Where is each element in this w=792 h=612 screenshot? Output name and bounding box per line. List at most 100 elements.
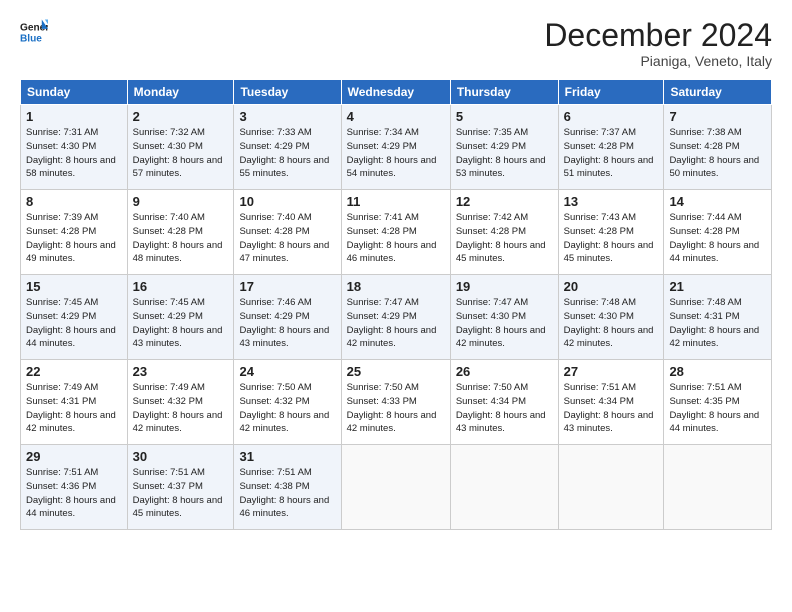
day-number: 27	[564, 364, 659, 379]
day-number: 21	[669, 279, 766, 294]
day-number: 22	[26, 364, 122, 379]
calendar-cell: 31 Sunrise: 7:51 AMSunset: 4:38 PMDaylig…	[234, 445, 341, 530]
day-info: Sunrise: 7:51 AMSunset: 4:38 PMDaylight:…	[239, 466, 335, 521]
day-info: Sunrise: 7:47 AMSunset: 4:30 PMDaylight:…	[456, 296, 553, 351]
day-number: 29	[26, 449, 122, 464]
calendar-cell: 22 Sunrise: 7:49 AMSunset: 4:31 PMDaylig…	[21, 360, 128, 445]
calendar-cell: 28 Sunrise: 7:51 AMSunset: 4:35 PMDaylig…	[664, 360, 772, 445]
day-info: Sunrise: 7:49 AMSunset: 4:31 PMDaylight:…	[26, 381, 122, 436]
day-number: 20	[564, 279, 659, 294]
day-info: Sunrise: 7:43 AMSunset: 4:28 PMDaylight:…	[564, 211, 659, 266]
calendar-cell: 6 Sunrise: 7:37 AMSunset: 4:28 PMDayligh…	[558, 105, 664, 190]
day-number: 14	[669, 194, 766, 209]
calendar-cell: 19 Sunrise: 7:47 AMSunset: 4:30 PMDaylig…	[450, 275, 558, 360]
calendar-week-4: 22 Sunrise: 7:49 AMSunset: 4:31 PMDaylig…	[21, 360, 772, 445]
day-info: Sunrise: 7:44 AMSunset: 4:28 PMDaylight:…	[669, 211, 766, 266]
day-number: 23	[133, 364, 229, 379]
calendar-cell: 12 Sunrise: 7:42 AMSunset: 4:28 PMDaylig…	[450, 190, 558, 275]
day-number: 8	[26, 194, 122, 209]
calendar-cell: 11 Sunrise: 7:41 AMSunset: 4:28 PMDaylig…	[341, 190, 450, 275]
calendar-cell	[664, 445, 772, 530]
weekday-thursday: Thursday	[450, 80, 558, 105]
calendar-table: SundayMondayTuesdayWednesdayThursdayFrid…	[20, 79, 772, 530]
day-number: 26	[456, 364, 553, 379]
day-info: Sunrise: 7:51 AMSunset: 4:37 PMDaylight:…	[133, 466, 229, 521]
location: Pianiga, Veneto, Italy	[544, 53, 772, 69]
day-number: 6	[564, 109, 659, 124]
day-number: 12	[456, 194, 553, 209]
calendar-cell: 7 Sunrise: 7:38 AMSunset: 4:28 PMDayligh…	[664, 105, 772, 190]
weekday-friday: Friday	[558, 80, 664, 105]
calendar-cell: 1 Sunrise: 7:31 AMSunset: 4:30 PMDayligh…	[21, 105, 128, 190]
day-number: 28	[669, 364, 766, 379]
calendar-cell: 3 Sunrise: 7:33 AMSunset: 4:29 PMDayligh…	[234, 105, 341, 190]
calendar-cell: 14 Sunrise: 7:44 AMSunset: 4:28 PMDaylig…	[664, 190, 772, 275]
day-number: 4	[347, 109, 445, 124]
day-number: 2	[133, 109, 229, 124]
day-number: 10	[239, 194, 335, 209]
calendar-week-3: 15 Sunrise: 7:45 AMSunset: 4:29 PMDaylig…	[21, 275, 772, 360]
calendar-cell: 26 Sunrise: 7:50 AMSunset: 4:34 PMDaylig…	[450, 360, 558, 445]
day-number: 31	[239, 449, 335, 464]
weekday-header-row: SundayMondayTuesdayWednesdayThursdayFrid…	[21, 80, 772, 105]
day-info: Sunrise: 7:51 AMSunset: 4:36 PMDaylight:…	[26, 466, 122, 521]
day-info: Sunrise: 7:51 AMSunset: 4:35 PMDaylight:…	[669, 381, 766, 436]
calendar-cell	[450, 445, 558, 530]
day-number: 19	[456, 279, 553, 294]
day-info: Sunrise: 7:42 AMSunset: 4:28 PMDaylight:…	[456, 211, 553, 266]
weekday-saturday: Saturday	[664, 80, 772, 105]
calendar-cell	[341, 445, 450, 530]
day-number: 3	[239, 109, 335, 124]
day-info: Sunrise: 7:50 AMSunset: 4:34 PMDaylight:…	[456, 381, 553, 436]
month-title: December 2024	[544, 18, 772, 53]
logo-icon: General Blue	[20, 18, 48, 46]
day-info: Sunrise: 7:45 AMSunset: 4:29 PMDaylight:…	[133, 296, 229, 351]
calendar-cell: 9 Sunrise: 7:40 AMSunset: 4:28 PMDayligh…	[127, 190, 234, 275]
title-block: December 2024 Pianiga, Veneto, Italy	[544, 18, 772, 69]
day-number: 1	[26, 109, 122, 124]
calendar-cell: 8 Sunrise: 7:39 AMSunset: 4:28 PMDayligh…	[21, 190, 128, 275]
day-info: Sunrise: 7:33 AMSunset: 4:29 PMDaylight:…	[239, 126, 335, 181]
day-info: Sunrise: 7:40 AMSunset: 4:28 PMDaylight:…	[133, 211, 229, 266]
day-number: 13	[564, 194, 659, 209]
day-info: Sunrise: 7:41 AMSunset: 4:28 PMDaylight:…	[347, 211, 445, 266]
day-number: 7	[669, 109, 766, 124]
calendar-cell: 16 Sunrise: 7:45 AMSunset: 4:29 PMDaylig…	[127, 275, 234, 360]
calendar-cell: 13 Sunrise: 7:43 AMSunset: 4:28 PMDaylig…	[558, 190, 664, 275]
day-info: Sunrise: 7:32 AMSunset: 4:30 PMDaylight:…	[133, 126, 229, 181]
day-number: 9	[133, 194, 229, 209]
day-info: Sunrise: 7:31 AMSunset: 4:30 PMDaylight:…	[26, 126, 122, 181]
day-info: Sunrise: 7:48 AMSunset: 4:30 PMDaylight:…	[564, 296, 659, 351]
day-number: 24	[239, 364, 335, 379]
calendar-cell: 20 Sunrise: 7:48 AMSunset: 4:30 PMDaylig…	[558, 275, 664, 360]
weekday-wednesday: Wednesday	[341, 80, 450, 105]
calendar-week-5: 29 Sunrise: 7:51 AMSunset: 4:36 PMDaylig…	[21, 445, 772, 530]
calendar-cell: 5 Sunrise: 7:35 AMSunset: 4:29 PMDayligh…	[450, 105, 558, 190]
day-number: 5	[456, 109, 553, 124]
day-info: Sunrise: 7:34 AMSunset: 4:29 PMDaylight:…	[347, 126, 445, 181]
day-number: 25	[347, 364, 445, 379]
calendar-cell: 30 Sunrise: 7:51 AMSunset: 4:37 PMDaylig…	[127, 445, 234, 530]
day-info: Sunrise: 7:40 AMSunset: 4:28 PMDaylight:…	[239, 211, 335, 266]
weekday-monday: Monday	[127, 80, 234, 105]
day-info: Sunrise: 7:48 AMSunset: 4:31 PMDaylight:…	[669, 296, 766, 351]
calendar-cell: 4 Sunrise: 7:34 AMSunset: 4:29 PMDayligh…	[341, 105, 450, 190]
day-info: Sunrise: 7:46 AMSunset: 4:29 PMDaylight:…	[239, 296, 335, 351]
weekday-sunday: Sunday	[21, 80, 128, 105]
day-info: Sunrise: 7:38 AMSunset: 4:28 PMDaylight:…	[669, 126, 766, 181]
day-info: Sunrise: 7:39 AMSunset: 4:28 PMDaylight:…	[26, 211, 122, 266]
logo: General Blue	[20, 18, 48, 46]
day-info: Sunrise: 7:49 AMSunset: 4:32 PMDaylight:…	[133, 381, 229, 436]
day-number: 11	[347, 194, 445, 209]
day-info: Sunrise: 7:47 AMSunset: 4:29 PMDaylight:…	[347, 296, 445, 351]
calendar-cell: 25 Sunrise: 7:50 AMSunset: 4:33 PMDaylig…	[341, 360, 450, 445]
calendar-cell: 21 Sunrise: 7:48 AMSunset: 4:31 PMDaylig…	[664, 275, 772, 360]
day-info: Sunrise: 7:50 AMSunset: 4:32 PMDaylight:…	[239, 381, 335, 436]
calendar-cell: 23 Sunrise: 7:49 AMSunset: 4:32 PMDaylig…	[127, 360, 234, 445]
calendar-cell: 24 Sunrise: 7:50 AMSunset: 4:32 PMDaylig…	[234, 360, 341, 445]
weekday-tuesday: Tuesday	[234, 80, 341, 105]
calendar-week-2: 8 Sunrise: 7:39 AMSunset: 4:28 PMDayligh…	[21, 190, 772, 275]
calendar-cell: 18 Sunrise: 7:47 AMSunset: 4:29 PMDaylig…	[341, 275, 450, 360]
day-info: Sunrise: 7:37 AMSunset: 4:28 PMDaylight:…	[564, 126, 659, 181]
day-number: 18	[347, 279, 445, 294]
